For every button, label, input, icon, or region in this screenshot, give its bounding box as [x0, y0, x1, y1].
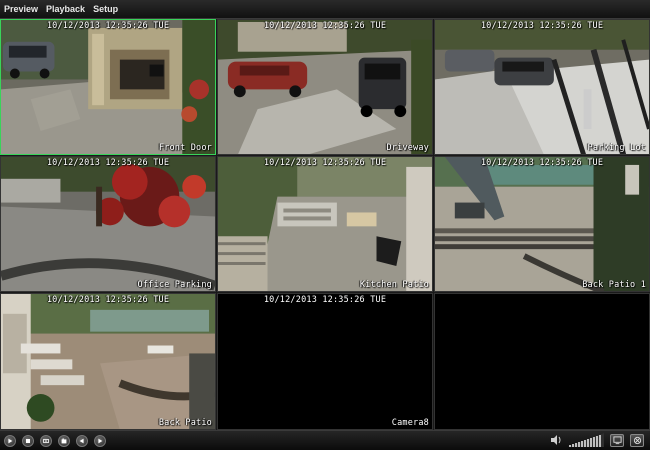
speaker-icon[interactable]	[550, 434, 562, 446]
camera-feed-back-patio	[1, 294, 215, 429]
menu-playback[interactable]: Playback	[45, 4, 86, 14]
playback-toolbar	[0, 430, 650, 450]
timestamp-overlay: 10/12/2013 12:35:26 TUE	[263, 21, 387, 31]
camera-name-label: Driveway	[386, 143, 429, 153]
play-icon[interactable]	[4, 434, 16, 447]
menu-bar: Preview Playback Setup	[0, 0, 650, 19]
timestamp-overlay: 10/12/2013 12:35:26 TUE	[46, 21, 170, 31]
timestamp-overlay: 10/12/2013 12:35:26 TUE	[263, 295, 387, 305]
camera-feed-office-parking	[1, 157, 215, 291]
camera-tile-camera8[interactable]: 10/12/2013 12:35:26 TUE Camera8	[217, 293, 433, 430]
camera-feed-back-patio-1	[435, 157, 649, 291]
timestamp-overlay: 10/12/2013 12:35:26 TUE	[46, 295, 170, 305]
camera-tile-kitchen-patio[interactable]: 10/12/2013 12:35:26 TUE Kitchen Patio	[217, 156, 433, 292]
toolbar-right-group	[550, 433, 644, 447]
previous-icon[interactable]	[76, 434, 88, 447]
timestamp-overlay: 10/12/2013 12:35:26 TUE	[263, 158, 387, 168]
camera-tile-back-patio[interactable]: 10/12/2013 12:35:26 TUE Back Patio	[0, 293, 216, 430]
camera-tile-office-parking[interactable]: 10/12/2013 12:35:26 TUE Office Parking	[0, 156, 216, 292]
camera-feed-parking-lot	[435, 20, 649, 154]
camera-tile-empty[interactable]	[434, 293, 650, 430]
timestamp-overlay: 10/12/2013 12:35:26 TUE	[480, 21, 604, 31]
snapshot-icon[interactable]	[58, 434, 70, 447]
volume-level-icon[interactable]	[568, 433, 604, 447]
camera-tile-back-patio-1[interactable]: 10/12/2013 12:35:26 TUE Back Patio 1	[434, 156, 650, 292]
camera-name-label: Office Parking	[137, 280, 212, 290]
camera-name-label: Back Patio	[158, 418, 212, 428]
timestamp-overlay: 10/12/2013 12:35:26 TUE	[480, 158, 604, 168]
camera-tile-parking-lot[interactable]: 10/12/2013 12:35:26 TUE Parking Lot	[434, 19, 650, 155]
camera-name-label: Camera8	[391, 418, 429, 428]
camera-name-label: Back Patio 1	[582, 280, 646, 290]
camera-feed-driveway	[218, 20, 432, 154]
camera-name-label: Front Door	[158, 143, 212, 153]
timestamp-overlay: 10/12/2013 12:35:26 TUE	[46, 158, 170, 168]
fullscreen-icon[interactable]	[630, 433, 644, 447]
camera-feed-front-door	[1, 20, 215, 154]
menu-preview[interactable]: Preview	[3, 4, 39, 14]
camera-feed-kitchen-patio	[218, 157, 432, 291]
camera-grid: 10/12/2013 12:35:26 TUE Front Door 10/12…	[0, 19, 650, 430]
next-icon[interactable]	[94, 434, 106, 447]
camera-name-label: Kitchen Patio	[359, 280, 429, 290]
menu-setup[interactable]: Setup	[92, 4, 119, 14]
camera-tile-driveway[interactable]: 10/12/2013 12:35:26 TUE Driveway	[217, 19, 433, 155]
stop-icon[interactable]	[22, 434, 34, 447]
camera-name-label: Parking Lot	[587, 143, 646, 153]
record-icon[interactable]	[40, 434, 52, 447]
layout-icon[interactable]	[610, 433, 624, 447]
camera-tile-front-door[interactable]: 10/12/2013 12:35:26 TUE Front Door	[0, 19, 216, 155]
